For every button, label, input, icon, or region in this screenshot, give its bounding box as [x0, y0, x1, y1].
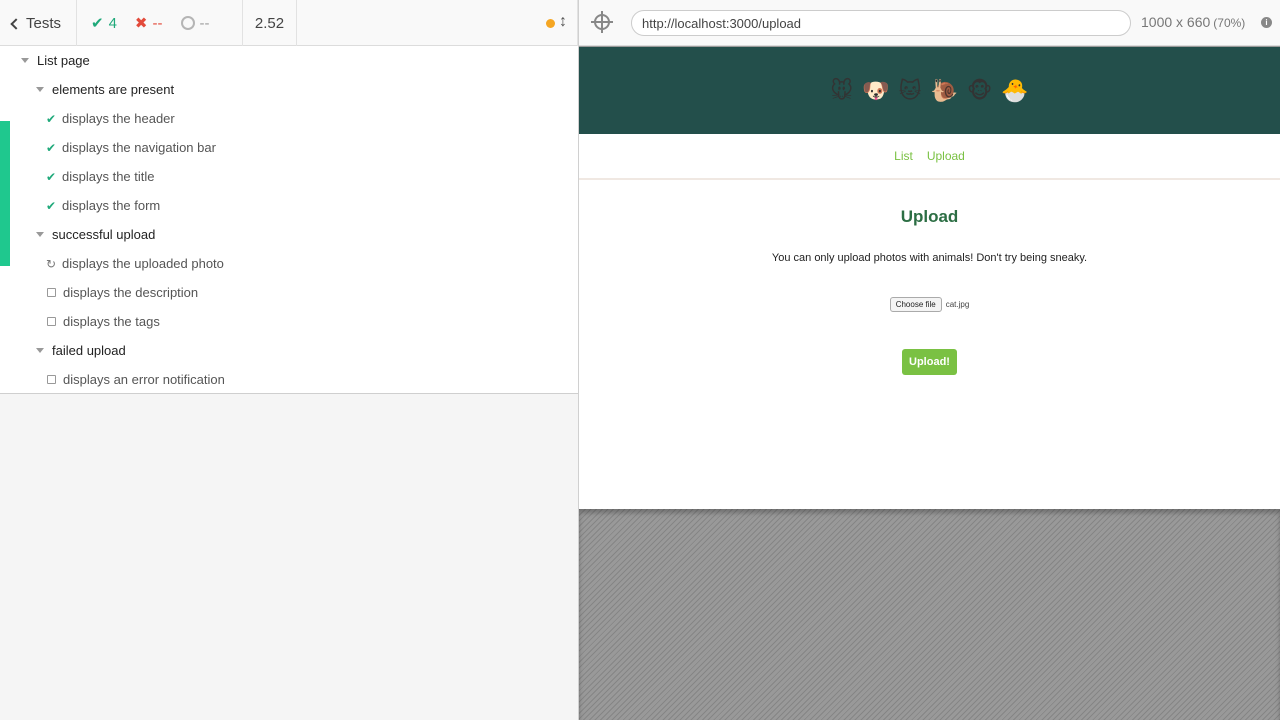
check-icon: ✔ — [45, 198, 57, 213]
test-row[interactable]: ✔ displays the navigation bar — [0, 133, 578, 162]
runner-panel: http://localhost:3000/upload 1000 x 660(… — [579, 0, 1280, 720]
zoom-level: (70%) — [1213, 16, 1246, 30]
duration: 2.52 — [243, 0, 297, 46]
test-row[interactable]: displays an error notification — [0, 365, 578, 394]
pending-checkbox-icon — [47, 288, 56, 297]
suite-label: List page — [37, 53, 90, 68]
chick-icon: 🐣 — [1001, 77, 1029, 103]
viewport-dimensions: 1000 x 660 — [1141, 14, 1211, 30]
test-row[interactable]: displays the description — [0, 278, 578, 307]
suite-label: successful upload — [52, 227, 156, 242]
nav-link-upload[interactable]: Upload — [927, 149, 965, 163]
app-banner: 🐭 🐶 🐱 🐌 🐵 🐣 — [579, 47, 1280, 134]
check-icon: ✔ — [45, 111, 57, 126]
snail-icon: 🐌 — [930, 77, 958, 103]
file-name: cat.jpg — [945, 300, 970, 309]
collapse-arrow-icon — [21, 58, 29, 63]
selector-playground-icon[interactable] — [591, 11, 613, 33]
choose-file-button[interactable]: Choose file — [889, 297, 942, 312]
pending-checkbox-icon — [47, 375, 56, 384]
test-row[interactable]: ✔ displays the header — [0, 104, 578, 133]
test-row[interactable]: displays the tags — [0, 307, 578, 336]
test-label: displays the title — [62, 169, 155, 184]
running-indicator-dot — [546, 19, 555, 28]
app-under-test: 🐭 🐶 🐱 🐌 🐵 🐣 List Upload Upload You can only u… — [579, 47, 1280, 509]
suite-elements-are-present[interactable]: elements are present — [0, 75, 578, 104]
page-title: Upload — [900, 207, 959, 226]
app-navigation: List Upload — [579, 134, 1280, 180]
test-row[interactable]: ✔ displays the title — [0, 162, 578, 191]
dog-icon: 🐶 — [862, 77, 890, 103]
mouse-icon: 🐭 — [830, 77, 854, 103]
tests-label: Tests — [26, 14, 62, 32]
file-input: Choose file cat.jpg — [579, 297, 1280, 312]
auto-scroll-toggle-icon[interactable]: ↕ — [559, 13, 567, 31]
test-row[interactable]: ↻ displays the uploaded photo — [0, 249, 578, 278]
cross-icon: ✖ — [134, 15, 148, 32]
suite-label: elements are present — [52, 82, 175, 97]
reporter-panel: Tests ✔ 4 ✖ -- -- 2.52 ↕ List page eleme… — [0, 0, 612, 720]
collapse-arrow-icon — [36, 232, 44, 237]
runner-controls: ↕ — [297, 0, 612, 46]
info-icon[interactable]: i — [1261, 17, 1272, 28]
pending-checkbox-icon — [47, 317, 56, 326]
cat-icon: 🐱 — [898, 77, 922, 103]
viewport-size: 1000 x 660 (70%) — [1141, 14, 1245, 30]
test-label: displays the form — [62, 198, 161, 213]
test-tree: List page elements are present ✔ display… — [0, 46, 578, 394]
pending-stat: -- — [180, 14, 210, 32]
suite-label: failed upload — [52, 343, 126, 358]
check-icon: ✔ — [45, 169, 57, 184]
test-stats: ✔ 4 ✖ -- -- — [77, 0, 243, 46]
test-label: displays an error notification — [63, 372, 225, 387]
test-label: displays the description — [63, 285, 199, 300]
test-row[interactable]: ✔ displays the form — [0, 191, 578, 220]
suite-list-page[interactable]: List page — [0, 46, 578, 75]
passed-count: 4 — [108, 14, 117, 32]
passed-stat: ✔ 4 — [91, 14, 117, 33]
monkey-icon: 🐵 — [966, 77, 993, 103]
upload-submit-button[interactable]: Upload! — [902, 349, 957, 375]
spinner-icon: ↻ — [45, 256, 57, 271]
page-description: You can only upload photos with animals!… — [771, 252, 1088, 264]
check-icon: ✔ — [45, 140, 57, 155]
reporter-header: Tests ✔ 4 ✖ -- -- 2.52 ↕ — [0, 0, 612, 46]
runner-header: http://localhost:3000/upload 1000 x 660(… — [579, 0, 1280, 46]
pending-circle-icon — [180, 16, 195, 30]
empty-viewport-area — [579, 509, 1280, 720]
test-label: displays the tags — [63, 314, 160, 329]
check-icon: ✔ — [91, 15, 104, 32]
test-label: displays the header — [62, 111, 175, 126]
nav-link-list[interactable]: List — [894, 149, 913, 163]
back-to-tests-button[interactable]: Tests — [0, 0, 77, 46]
failed-stat: ✖ -- — [134, 14, 163, 33]
collapse-arrow-icon — [36, 348, 44, 353]
chevron-left-icon — [10, 17, 22, 30]
pending-count: -- — [199, 14, 210, 32]
collapse-arrow-icon — [36, 87, 44, 92]
failed-count: -- — [152, 14, 163, 32]
test-label: displays the uploaded photo — [62, 256, 224, 271]
suite-successful-upload[interactable]: successful upload — [0, 220, 578, 249]
suite-failed-upload[interactable]: failed upload — [0, 336, 578, 365]
test-label: displays the navigation bar — [62, 140, 216, 155]
url-bar[interactable]: http://localhost:3000/upload — [631, 10, 1131, 36]
